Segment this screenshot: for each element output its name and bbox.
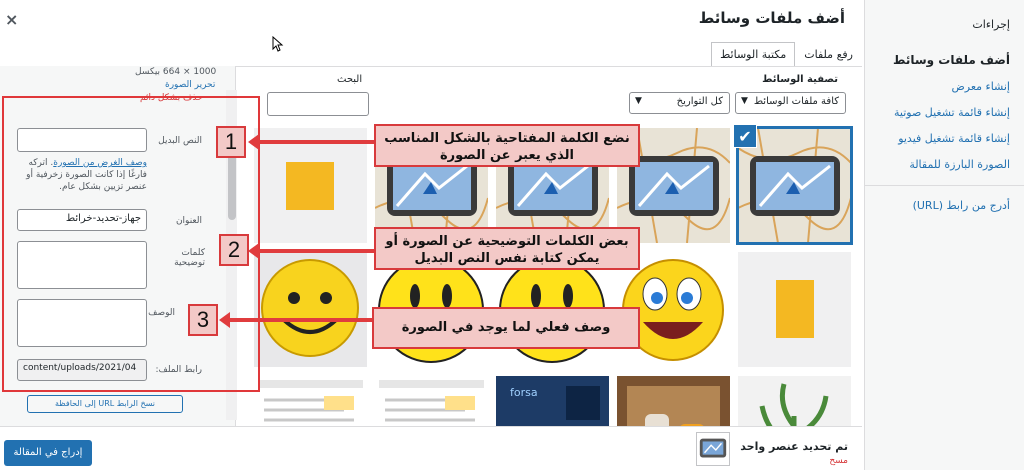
- tab-upload-files[interactable]: رفع ملفات: [795, 42, 862, 67]
- chevron-down-icon: ▼: [635, 96, 642, 106]
- actions-menu: إجراءات أضف ملفات وسائط إنشاء معرض إنشاء…: [864, 0, 1024, 470]
- menu-item-create-gallery[interactable]: إنشاء معرض: [879, 80, 1010, 93]
- media-type-select-value: كافة ملفات الوسائط: [753, 96, 839, 107]
- alt-text-help-link[interactable]: وصف الغرض من الصورة: [53, 158, 147, 168]
- alt-text-help: وصف الغرض من الصورة. اتركه فارغًا إذا كا…: [17, 157, 147, 193]
- insert-into-post-button[interactable]: إدراج في المقالة: [4, 440, 92, 466]
- close-icon[interactable]: ×: [5, 10, 18, 29]
- media-thumbnail-screenshot[interactable]: [254, 376, 367, 426]
- media-thumbnail-dark-banner[interactable]: forsaوظائف ترجمة / تحرير: [496, 376, 609, 426]
- filter-label: تصفية الوسائط: [762, 74, 838, 85]
- media-thumbnail-yellow-rect[interactable]: [738, 252, 851, 367]
- media-thumbnail-screenshot[interactable]: [375, 376, 488, 426]
- delete-permanently-link[interactable]: حذف بشكل دائم: [140, 93, 203, 103]
- clear-selection-link[interactable]: مسح: [829, 456, 848, 466]
- selected-check-icon[interactable]: ✔: [733, 124, 757, 148]
- media-tabs: رفع ملفات مكتبة الوسائط: [711, 42, 862, 67]
- menu-item-audio-playlist[interactable]: إنشاء قائمة تشغيل صوتية: [879, 106, 1010, 119]
- selection-count: تم تحديد عنصر واحد: [740, 440, 848, 453]
- caption-label: كلمات توضيحية: [174, 248, 205, 268]
- menu-item-add-media[interactable]: أضف ملفات وسائط: [879, 53, 1010, 67]
- menu-item-insert-from-url[interactable]: أدرج من رابط (URL): [879, 199, 1010, 212]
- media-thumbnail-smiley-plain[interactable]: [254, 252, 367, 367]
- annotation-callout-1: نضع الكلمة المفتاحية بالشكل المناسب الذي…: [374, 124, 640, 167]
- file-url-label: رابط الملف:: [155, 365, 202, 375]
- alt-text-field[interactable]: [17, 128, 147, 152]
- mouse-cursor-icon: [272, 36, 284, 52]
- date-select[interactable]: كل التواريخ ▼: [629, 92, 730, 114]
- svg-text:forsa: forsa: [510, 386, 538, 399]
- annotation-arrow-3: [219, 312, 372, 328]
- edit-image-link[interactable]: تحرير الصورة: [165, 80, 215, 90]
- annotation-number-2: 2: [219, 234, 249, 266]
- media-thumbnail-bottles[interactable]: [617, 376, 730, 426]
- annotation-number-3: 3: [188, 304, 218, 336]
- search-label: البحث: [337, 74, 363, 85]
- tab-media-library[interactable]: مكتبة الوسائط: [711, 42, 796, 67]
- description-label: الوصف: [148, 308, 175, 318]
- search-input[interactable]: [267, 92, 369, 116]
- media-thumbnail-yellow-square[interactable]: [254, 128, 367, 243]
- menu-separator: [865, 185, 1024, 186]
- menu-item-video-playlist[interactable]: إنشاء قائمة تشغيل فيديو: [879, 132, 1010, 145]
- selected-item-thumbnail[interactable]: [696, 432, 730, 466]
- menu-item-featured-image[interactable]: الصورة البارزة للمقالة: [879, 158, 1010, 171]
- copy-url-button[interactable]: نسخ الرابط URL إلى الحافظة: [27, 395, 183, 413]
- annotation-arrow-2: [248, 243, 374, 259]
- modal-title: أضف ملفات وسائط: [698, 9, 845, 27]
- chevron-down-icon: ▼: [741, 96, 748, 106]
- image-dimensions: 1000 × 664 بيكسل: [135, 67, 217, 77]
- description-field[interactable]: [17, 299, 147, 347]
- annotation-arrow-1: [248, 134, 374, 150]
- annotation-number-1: 1: [216, 126, 246, 158]
- annotation-callout-3: وصف فعلي لما يوجد في الصورة: [372, 307, 640, 349]
- date-select-value: كل التواريخ: [676, 96, 723, 107]
- title-field[interactable]: جهاز-تحديد-خرائط: [17, 209, 147, 231]
- media-thumbnail-plant[interactable]: [738, 376, 851, 426]
- file-url-field[interactable]: content/uploads/2021/04: [17, 359, 147, 381]
- alt-text-label: النص البديل: [158, 136, 202, 146]
- annotation-callout-2: بعض الكلمات التوضيحية عن الصورة أو يمكن …: [374, 227, 640, 270]
- media-type-select[interactable]: كافة ملفات الوسائط ▼: [735, 92, 846, 114]
- caption-field[interactable]: [17, 241, 147, 289]
- menu-heading: إجراءات: [972, 18, 1010, 31]
- modal-footer: [0, 426, 862, 470]
- title-label: العنوان: [175, 216, 202, 226]
